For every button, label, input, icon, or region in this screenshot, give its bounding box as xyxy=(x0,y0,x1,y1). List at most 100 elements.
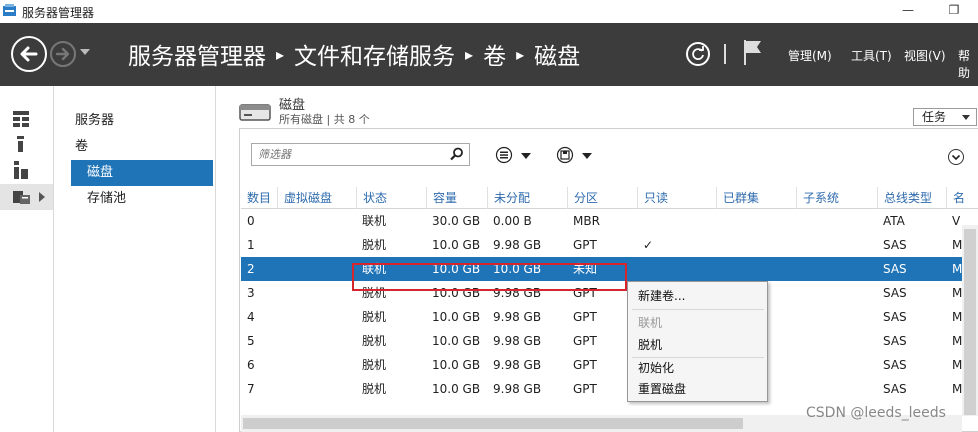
menu-item-initialize[interactable]: 初始化 xyxy=(638,357,758,379)
table-row[interactable]: 4 脱机 10.0 GB 9.98 GB GPT SAS M xyxy=(241,305,963,329)
table-cell: SAS xyxy=(883,358,907,372)
breadcrumb-separator-icon: ▸ xyxy=(516,44,525,64)
table-cell: M xyxy=(952,262,963,276)
section-subtitle: 所有磁盘 | 共 8 个 xyxy=(279,113,370,126)
table-cell xyxy=(277,257,356,281)
menu-item-new-volume[interactable]: 新建卷... xyxy=(638,285,758,307)
table-row[interactable]: 6 脱机 10.0 GB 9.98 GB GPT SAS M xyxy=(241,353,963,377)
column-header[interactable]: 只读 xyxy=(637,187,716,209)
table-cell: MBR xyxy=(573,214,600,228)
table-cell: 脱机 xyxy=(362,238,387,252)
breadcrumb-volumes[interactable]: 卷 xyxy=(483,37,506,71)
save-query-button[interactable] xyxy=(556,146,592,164)
table-row[interactable]: 1 脱机 10.0 GB 9.98 GB GPT ✓ SAS M xyxy=(241,233,963,257)
column-header[interactable]: 已群集 xyxy=(716,187,796,209)
column-header[interactable]: 未分配 xyxy=(487,187,567,209)
column-header[interactable]: 虚拟磁盘 xyxy=(277,187,356,209)
filter-box[interactable] xyxy=(251,143,470,166)
history-dropdown-icon[interactable] xyxy=(80,49,90,55)
table-row[interactable]: 7 脱机 10.0 GB 9.98 GB GPT SAS M xyxy=(241,377,963,401)
table-row[interactable]: 5 脱机 10.0 GB 9.98 GB GPT SAS M xyxy=(241,329,963,353)
table-cell: 9.98 GB xyxy=(493,382,542,396)
strip-all-servers[interactable] xyxy=(0,156,53,182)
view-options-button[interactable] xyxy=(495,146,531,164)
back-button[interactable] xyxy=(11,36,47,72)
table-cell: M xyxy=(952,310,963,324)
breadcrumb-separator-icon: ▸ xyxy=(276,44,285,64)
menu-view[interactable]: 视图(V) xyxy=(904,47,946,64)
column-header[interactable]: 总线类型 xyxy=(877,187,946,209)
scrollbar-thumb[interactable] xyxy=(964,229,976,415)
tasks-label: 任务 xyxy=(922,110,947,124)
table-cell: GPT xyxy=(573,238,597,252)
table-cell: SAS xyxy=(883,262,907,276)
minimize-button[interactable]: — xyxy=(885,0,931,23)
strip-file-storage[interactable] xyxy=(0,184,53,210)
search-icon[interactable] xyxy=(450,147,464,161)
table-cell: M xyxy=(952,334,963,348)
table-row[interactable]: 0 联机 30.0 GB 0.00 B MBR ATA V xyxy=(241,209,963,233)
breadcrumb-file-storage[interactable]: 文件和存储服务 xyxy=(294,37,455,71)
breadcrumb-server-manager[interactable]: 服务器管理器 xyxy=(128,37,266,71)
forward-button[interactable] xyxy=(50,41,76,67)
table-cell xyxy=(277,353,356,377)
menu-manage[interactable]: 管理(M) xyxy=(788,47,832,64)
table-cell xyxy=(796,209,877,233)
nav-item-servers[interactable]: 服务器 xyxy=(71,108,213,134)
table-cell: 2 xyxy=(247,262,255,276)
scrollbar-thumb[interactable] xyxy=(243,418,743,429)
header-divider xyxy=(724,44,726,64)
table-cell xyxy=(796,305,877,329)
menu-help[interactable]: 帮助 xyxy=(958,47,978,81)
table-cell: SAS xyxy=(883,310,907,324)
dropdown-arrow-icon xyxy=(582,153,592,159)
column-header[interactable]: 数目 xyxy=(241,187,277,209)
table-cell: 1 xyxy=(247,238,255,252)
refresh-icon xyxy=(692,46,704,60)
breadcrumb: 服务器管理器 ▸ 文件和存储服务 ▸ 卷 ▸ 磁盘 xyxy=(128,38,580,70)
nav-item-storage-pools[interactable]: 存储池 xyxy=(71,186,213,212)
table-cell: 6 xyxy=(247,358,255,372)
notifications-flag-icon[interactable] xyxy=(742,39,764,65)
highlight-selected-disk xyxy=(352,263,627,291)
table-cell xyxy=(716,209,796,233)
refresh-button[interactable] xyxy=(686,42,710,66)
restore-button[interactable]: ❐ xyxy=(931,0,977,23)
menu-tools[interactable]: 工具(T) xyxy=(851,47,892,64)
table-cell: M xyxy=(952,238,963,252)
strip-dashboard[interactable] xyxy=(0,106,53,132)
vertical-scrollbar[interactable] xyxy=(962,225,978,416)
table-cell: 10.0 GB xyxy=(432,238,481,252)
breadcrumb-separator-icon: ▸ xyxy=(465,44,474,64)
column-header[interactable]: 子系统 xyxy=(796,187,877,209)
table-cell xyxy=(716,257,796,281)
expand-chevron-icon[interactable] xyxy=(39,192,45,202)
table-cell: SAS xyxy=(883,334,907,348)
column-header[interactable]: 分区 xyxy=(567,187,637,209)
menu-item-reset-disk[interactable]: 重置磁盘 xyxy=(638,378,758,400)
table-cell: 9.98 GB xyxy=(493,334,542,348)
tasks-dropdown[interactable]: 任务 xyxy=(913,108,977,126)
breadcrumb-disks: 磁盘 xyxy=(534,44,581,70)
server-manager-app-icon xyxy=(3,4,16,16)
column-header[interactable]: 容量 xyxy=(426,187,487,209)
nav-item-volumes[interactable]: 卷 xyxy=(71,134,213,160)
table-cell xyxy=(637,209,716,233)
expand-button[interactable] xyxy=(948,149,964,165)
disk-icon xyxy=(239,104,271,121)
table-cell: M xyxy=(952,358,963,372)
menu-item-offline[interactable]: 脱机 xyxy=(638,334,758,356)
dashboard-icon xyxy=(13,111,29,127)
left-icon-strip xyxy=(0,86,54,432)
table-cell xyxy=(637,257,716,281)
filter-input[interactable] xyxy=(252,144,442,165)
column-header[interactable]: 名 xyxy=(946,187,978,209)
table-cell: SAS xyxy=(883,238,907,252)
table-cell: 3 xyxy=(247,286,255,300)
file-storage-icon xyxy=(13,191,30,204)
main-content: 磁盘 所有磁盘 | 共 8 个 任务 筛选器 数目 虚拟磁盘 状态 容量 未分配… xyxy=(217,86,978,432)
nav-item-disks[interactable]: 磁盘 xyxy=(71,160,213,186)
strip-local-server[interactable] xyxy=(0,131,53,157)
all-servers-icon xyxy=(14,161,28,179)
column-header[interactable]: 状态 xyxy=(356,187,426,209)
